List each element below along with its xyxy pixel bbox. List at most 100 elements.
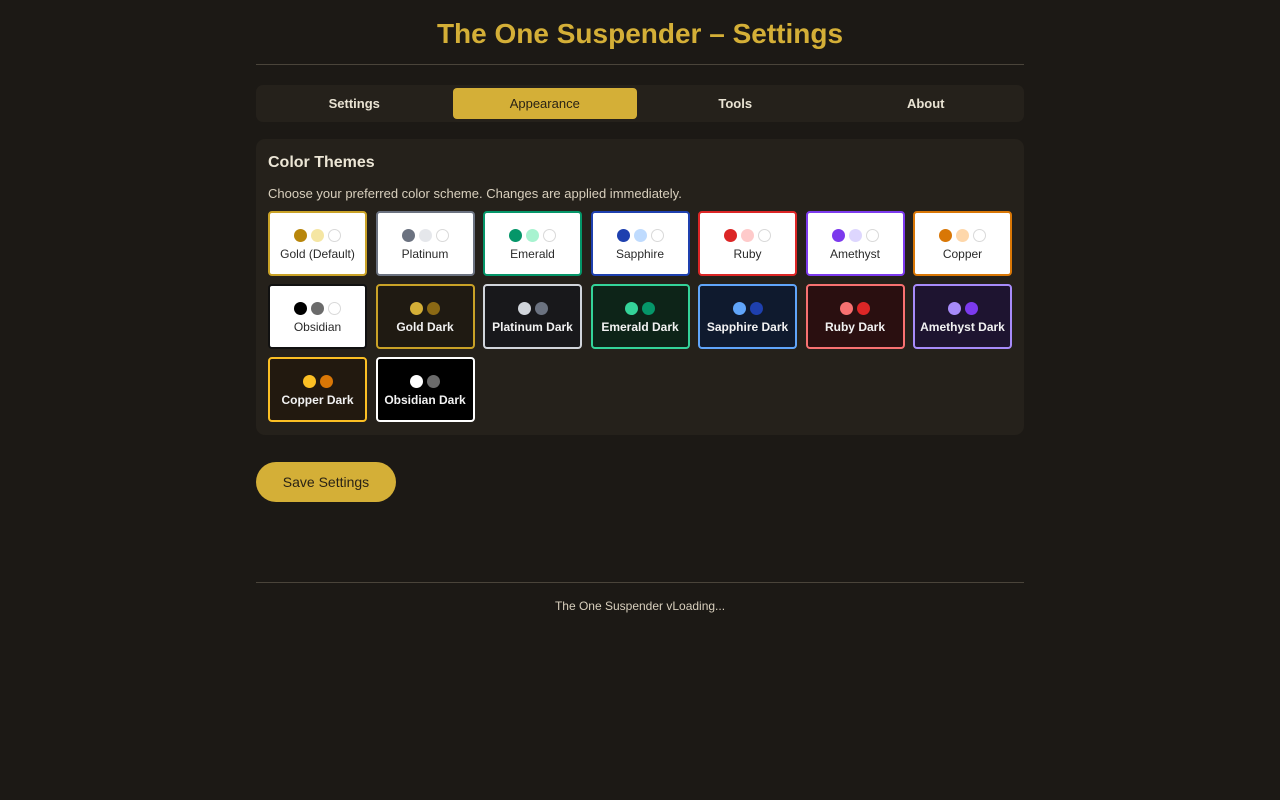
swatch-dot xyxy=(724,228,737,242)
save-settings-button[interactable]: Save Settings xyxy=(256,462,396,502)
swatch-dot xyxy=(294,228,307,242)
swatch-dot xyxy=(534,301,548,315)
theme-card-label: Amethyst xyxy=(829,246,880,261)
swatch-dot xyxy=(625,301,638,315)
swatch-dot xyxy=(328,228,341,242)
swatch-dot xyxy=(650,228,664,242)
swatch-dot xyxy=(418,228,432,242)
theme-card-sapphire-dark[interactable]: Sapphire Dark xyxy=(698,284,797,349)
swatch-dot xyxy=(509,228,522,242)
theme-card-copper-dark[interactable]: Copper Dark xyxy=(268,357,367,422)
swatch-dot xyxy=(939,228,952,242)
settings-page: The One Suspender – Settings Settings Ap… xyxy=(256,0,1024,613)
swatch-dot xyxy=(410,374,423,388)
swatch-dot xyxy=(633,228,647,242)
swatch-dot xyxy=(964,301,978,315)
swatch-dot xyxy=(973,228,986,242)
swatch-dot xyxy=(526,228,539,242)
theme-card-label: Emerald xyxy=(510,246,555,261)
swatch-dot xyxy=(848,228,862,242)
swatch-dot xyxy=(840,301,853,315)
swatch-dot xyxy=(294,301,307,315)
theme-card-ruby[interactable]: Ruby xyxy=(698,211,797,276)
theme-card-label: Amethyst Dark xyxy=(920,319,1005,334)
theme-card-sapphire[interactable]: Sapphire xyxy=(590,211,690,276)
theme-card-label: Gold (Default) xyxy=(280,246,355,261)
theme-swatches xyxy=(517,301,548,315)
theme-swatches xyxy=(840,301,870,315)
theme-swatches xyxy=(625,301,655,315)
swatch-dot xyxy=(311,301,324,315)
swatch-dot xyxy=(401,228,415,242)
theme-card-copper[interactable]: Copper xyxy=(913,211,1012,276)
theme-card-gold-default[interactable]: Gold (Default) xyxy=(268,211,367,276)
swatch-dot xyxy=(328,301,341,315)
theme-card-obsidian[interactable]: Obsidian xyxy=(268,284,367,349)
swatch-dot xyxy=(947,301,961,315)
tab-tools[interactable]: Tools xyxy=(643,88,828,119)
theme-card-label: Obsidian xyxy=(293,319,342,334)
swatch-dot xyxy=(543,228,556,242)
theme-swatches xyxy=(410,301,440,315)
panel-title: Color Themes xyxy=(268,154,375,171)
theme-card-label: Platinum Dark xyxy=(492,319,573,334)
swatch-dot xyxy=(831,228,845,242)
theme-card-label: Ruby Dark xyxy=(824,319,886,334)
swatch-dot xyxy=(857,301,870,315)
swatch-dot xyxy=(427,301,440,315)
title-divider xyxy=(256,64,1024,65)
swatch-dot xyxy=(302,374,316,388)
theme-card-amethyst-dark[interactable]: Amethyst Dark xyxy=(913,284,1012,349)
theme-card-obsidian-dark[interactable]: Obsidian Dark xyxy=(375,357,475,422)
theme-swatches xyxy=(947,301,978,315)
swatch-dot xyxy=(758,228,771,242)
theme-card-label: Sapphire xyxy=(615,246,665,261)
tab-appearance[interactable]: Appearance xyxy=(452,88,637,119)
theme-swatches xyxy=(939,228,986,242)
theme-card-label: Gold Dark xyxy=(396,319,454,334)
theme-card-emerald-dark[interactable]: Emerald Dark xyxy=(590,284,690,349)
theme-card-emerald[interactable]: Emerald xyxy=(483,211,582,276)
theme-card-amethyst[interactable]: Amethyst xyxy=(805,211,905,276)
theme-swatches xyxy=(616,228,664,242)
swatch-dot xyxy=(956,228,969,242)
swatch-dot xyxy=(410,301,423,315)
page-title: The One Suspender – Settings xyxy=(436,18,844,49)
theme-swatches xyxy=(294,301,341,315)
version-text: The One Suspender vLoading... xyxy=(554,599,726,613)
tab-about[interactable]: About xyxy=(834,88,1019,119)
swatch-dot xyxy=(517,301,531,315)
swatch-dot xyxy=(616,228,630,242)
color-themes-panel: Color Themes Choose your preferred color… xyxy=(256,139,1024,435)
swatch-dot xyxy=(741,228,754,242)
theme-card-label: Platinum xyxy=(401,246,449,261)
theme-card-label: Ruby xyxy=(733,246,762,261)
tab-settings[interactable]: Settings xyxy=(262,88,447,119)
swatch-dot xyxy=(427,374,440,388)
theme-swatches xyxy=(724,228,771,242)
theme-swatches xyxy=(302,374,333,388)
footer-divider xyxy=(256,582,1024,583)
theme-swatches xyxy=(294,228,341,242)
swatch-dot xyxy=(642,301,655,315)
theme-card-label: Obsidian Dark xyxy=(384,392,466,407)
swatch-dot xyxy=(319,374,333,388)
theme-card-label: Emerald Dark xyxy=(601,319,679,334)
swatch-dot xyxy=(311,228,324,242)
swatch-dot xyxy=(749,301,763,315)
swatch-dot xyxy=(435,228,449,242)
theme-swatches xyxy=(732,301,763,315)
theme-grid: Gold (Default) Platinum Emerald Sapphire Rub… xyxy=(268,211,1012,422)
theme-card-platinum[interactable]: Platinum xyxy=(375,211,475,276)
theme-swatches xyxy=(410,374,440,388)
theme-card-gold-dark[interactable]: Gold Dark xyxy=(375,284,475,349)
theme-swatches xyxy=(831,228,879,242)
theme-card-label: Sapphire Dark xyxy=(706,319,789,334)
theme-swatches xyxy=(401,228,449,242)
swatch-dot xyxy=(732,301,746,315)
theme-card-platinum-dark[interactable]: Platinum Dark xyxy=(483,284,582,349)
theme-card-label: Copper Dark xyxy=(281,392,354,407)
tab-bar: Settings Appearance Tools About xyxy=(256,85,1024,122)
swatch-dot xyxy=(865,228,879,242)
theme-card-ruby-dark[interactable]: Ruby Dark xyxy=(805,284,905,349)
